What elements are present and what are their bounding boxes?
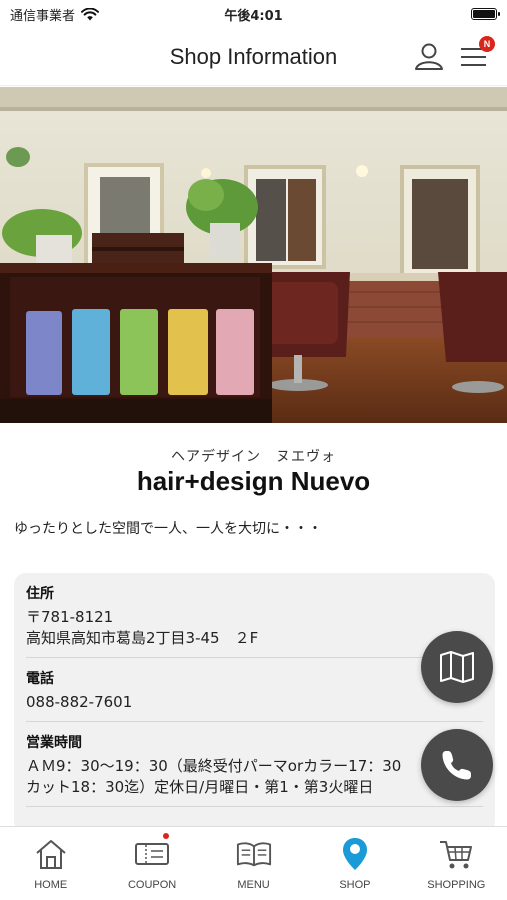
phone-label: 電話 <box>26 671 54 687</box>
tab-menu[interactable]: MENU <box>203 827 304 900</box>
book-icon <box>236 842 271 867</box>
shop-name-kana: ヘアデザイン ヌエヴォ <box>171 449 336 465</box>
tab-home-label: HOME <box>34 879 68 891</box>
tab-shopping[interactable]: SHOPPING <box>406 827 507 900</box>
nav-bar: Shop Information N <box>0 28 507 86</box>
location-pin-icon <box>342 838 367 870</box>
address-line: 高知県高知市葛島2丁目3-45 ２F <box>26 629 259 647</box>
tab-shopping-label: SHOPPING <box>427 879 486 891</box>
tab-coupon-label: COUPON <box>127 879 177 891</box>
bottom-tab-bar: HOME COUPON MENU SHOP SHOPPING <box>0 826 507 900</box>
shop-info-card: 住所 〒781-8121 高知県高知市葛島2丁目3-45 ２F 電話 088-8… <box>14 573 495 833</box>
hours-line-1: ＡＭ9：30〜19：30（最終受付パーマorカラー17：30 <box>26 757 402 775</box>
notification-badge: N <box>479 36 495 52</box>
phone-number[interactable]: 088-882-7601 <box>26 692 483 713</box>
address-label: 住所 <box>26 586 54 602</box>
tab-coupon[interactable]: COUPON <box>101 827 202 900</box>
wifi-icon <box>81 7 100 20</box>
menu-button[interactable]: N <box>459 36 495 72</box>
cart-icon <box>440 841 473 869</box>
shop-hero-image <box>0 87 507 423</box>
battery-icon <box>471 8 500 20</box>
hours-section: 営業時間 ＡＭ9：30〜19：30（最終受付パーマorカラー17：30 カット1… <box>26 722 483 807</box>
status-time: 午後4:01 <box>224 8 283 24</box>
user-icon <box>415 43 443 70</box>
battery-fill <box>473 10 495 18</box>
address-section: 住所 〒781-8121 高知県高知市葛島2丁目3-45 ２F <box>26 573 483 658</box>
carrier-label: 通信事業者 <box>10 8 76 24</box>
home-icon <box>36 840 66 869</box>
map-icon <box>440 651 474 683</box>
hours-line-2: カット18：30迄）定休日/月曜日・第1・第3火曜日 <box>26 778 374 796</box>
page-title: Shop Information <box>169 43 338 69</box>
shop-catchphrase: ゆったりとした空間で一人、一人を大切に・・・ <box>14 521 322 537</box>
tab-shop[interactable]: SHOP <box>304 827 405 900</box>
address-zip: 〒781-8121 <box>26 608 114 626</box>
map-button[interactable] <box>421 631 493 703</box>
coupon-icon <box>135 843 170 865</box>
tab-shop-label: SHOP <box>339 879 371 891</box>
phone-icon <box>442 751 471 780</box>
status-bar: 通信事業者 午後4:01 <box>0 0 507 28</box>
phone-section: 電話 088-882-7601 <box>26 658 483 722</box>
call-button[interactable] <box>421 729 493 801</box>
tab-home[interactable]: HOME <box>0 827 101 900</box>
hours-label: 営業時間 <box>26 735 82 751</box>
tab-menu-label: MENU <box>237 879 270 891</box>
shop-name: hair+design Nuevo <box>136 466 371 496</box>
user-account-button[interactable] <box>413 40 445 72</box>
salon-interior-photo <box>0 87 507 423</box>
status-left: 通信事業者 <box>10 5 100 24</box>
